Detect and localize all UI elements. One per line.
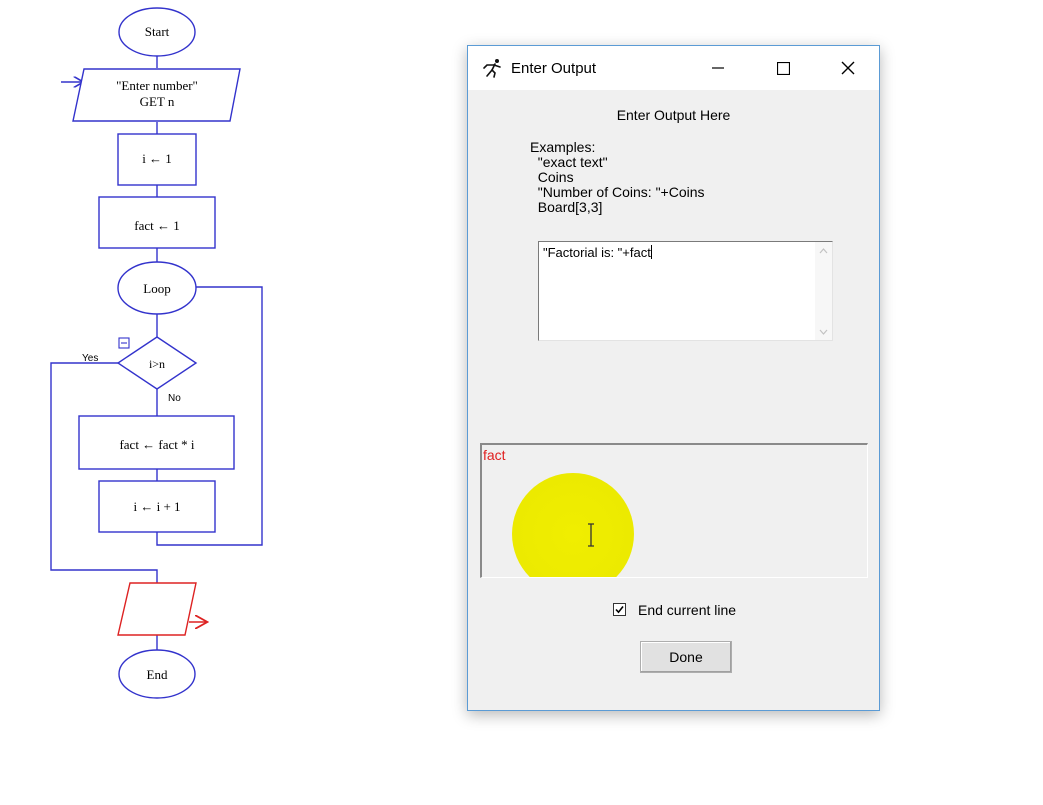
minimize-icon	[712, 67, 724, 69]
enter-output-dialog: Enter Output Enter Output Here Examples:…	[467, 45, 880, 711]
start-label: Start	[145, 24, 170, 39]
multiply-label: fact ← fact * i	[119, 437, 194, 452]
maximize-icon	[776, 61, 790, 75]
text-cursor-icon	[588, 523, 594, 547]
scroll-up-button[interactable]	[815, 242, 832, 259]
examples-block: Examples: "exact text" Coins "Number of …	[530, 140, 705, 215]
multiply-node[interactable]: fact ← fact * i	[78, 415, 235, 470]
dialog-heading: Enter Output Here	[616, 107, 731, 123]
assign-fact-label: fact ← 1	[134, 218, 179, 233]
end-current-line-label: End current line	[638, 602, 737, 618]
loop-node[interactable]: Loop	[117, 261, 197, 315]
input-get-text: GET n	[140, 94, 175, 109]
output-expression-text: "Factorial is: "+fact	[543, 245, 652, 260]
title-bar[interactable]: Enter Output	[468, 46, 879, 90]
decision-node[interactable]: i>n	[116, 336, 198, 390]
runner-icon	[481, 58, 503, 78]
close-icon	[841, 61, 855, 75]
chevron-up-icon	[819, 247, 828, 253]
maximize-button[interactable]	[761, 46, 805, 90]
example-item: Board[3,3]	[530, 199, 603, 215]
assign-i-label: i ← 1	[142, 151, 172, 166]
increment-label: i ← i + 1	[133, 499, 180, 514]
cursor-highlight	[512, 473, 634, 577]
output-expression-value: "Factorial is: "+fact	[543, 245, 651, 260]
no-label: No	[168, 393, 181, 404]
collapse-loop-icon[interactable]	[118, 337, 130, 349]
scroll-down-button[interactable]	[815, 323, 832, 340]
variables-panel[interactable]: fact	[480, 443, 868, 578]
input-prompt-text: "Enter number"	[116, 78, 198, 93]
increment-node[interactable]: i ← i + 1	[98, 480, 216, 533]
end-node[interactable]: End	[118, 649, 196, 699]
close-button[interactable]	[826, 46, 870, 90]
examples-title: Examples:	[530, 139, 596, 155]
vertical-scrollbar[interactable]	[815, 242, 832, 340]
assign-fact-node[interactable]: fact ← 1	[98, 196, 216, 249]
assign-i-node[interactable]: i ← 1	[117, 133, 197, 186]
end-current-line-checkbox[interactable]	[613, 603, 626, 616]
example-item: "exact text"	[530, 154, 608, 170]
end-label: End	[147, 667, 168, 682]
output-node-selected[interactable]	[117, 582, 206, 636]
text-caret	[650, 245, 652, 259]
input-node[interactable]: "Enter number" GET n	[72, 68, 241, 122]
done-button[interactable]: Done	[640, 641, 732, 673]
example-item: Coins	[530, 169, 574, 185]
connector-decision-yes	[50, 362, 158, 583]
start-node[interactable]: Start	[118, 7, 196, 57]
window-title: Enter Output	[511, 60, 597, 77]
flowchart-canvas: Start "Enter number" GET n i ← 1 fact ← …	[50, 7, 263, 699]
minimize-button[interactable]	[696, 46, 740, 90]
yes-label: Yes	[82, 353, 98, 364]
output-expression-textarea[interactable]: "Factorial is: "+fact	[538, 241, 833, 341]
example-item: "Number of Coins: "+Coins	[530, 184, 705, 200]
chevron-down-icon	[819, 329, 828, 335]
variable-suggestion[interactable]: fact	[483, 447, 506, 463]
loop-label: Loop	[143, 281, 170, 296]
decision-label: i>n	[149, 357, 165, 371]
checkmark-icon	[615, 606, 624, 614]
